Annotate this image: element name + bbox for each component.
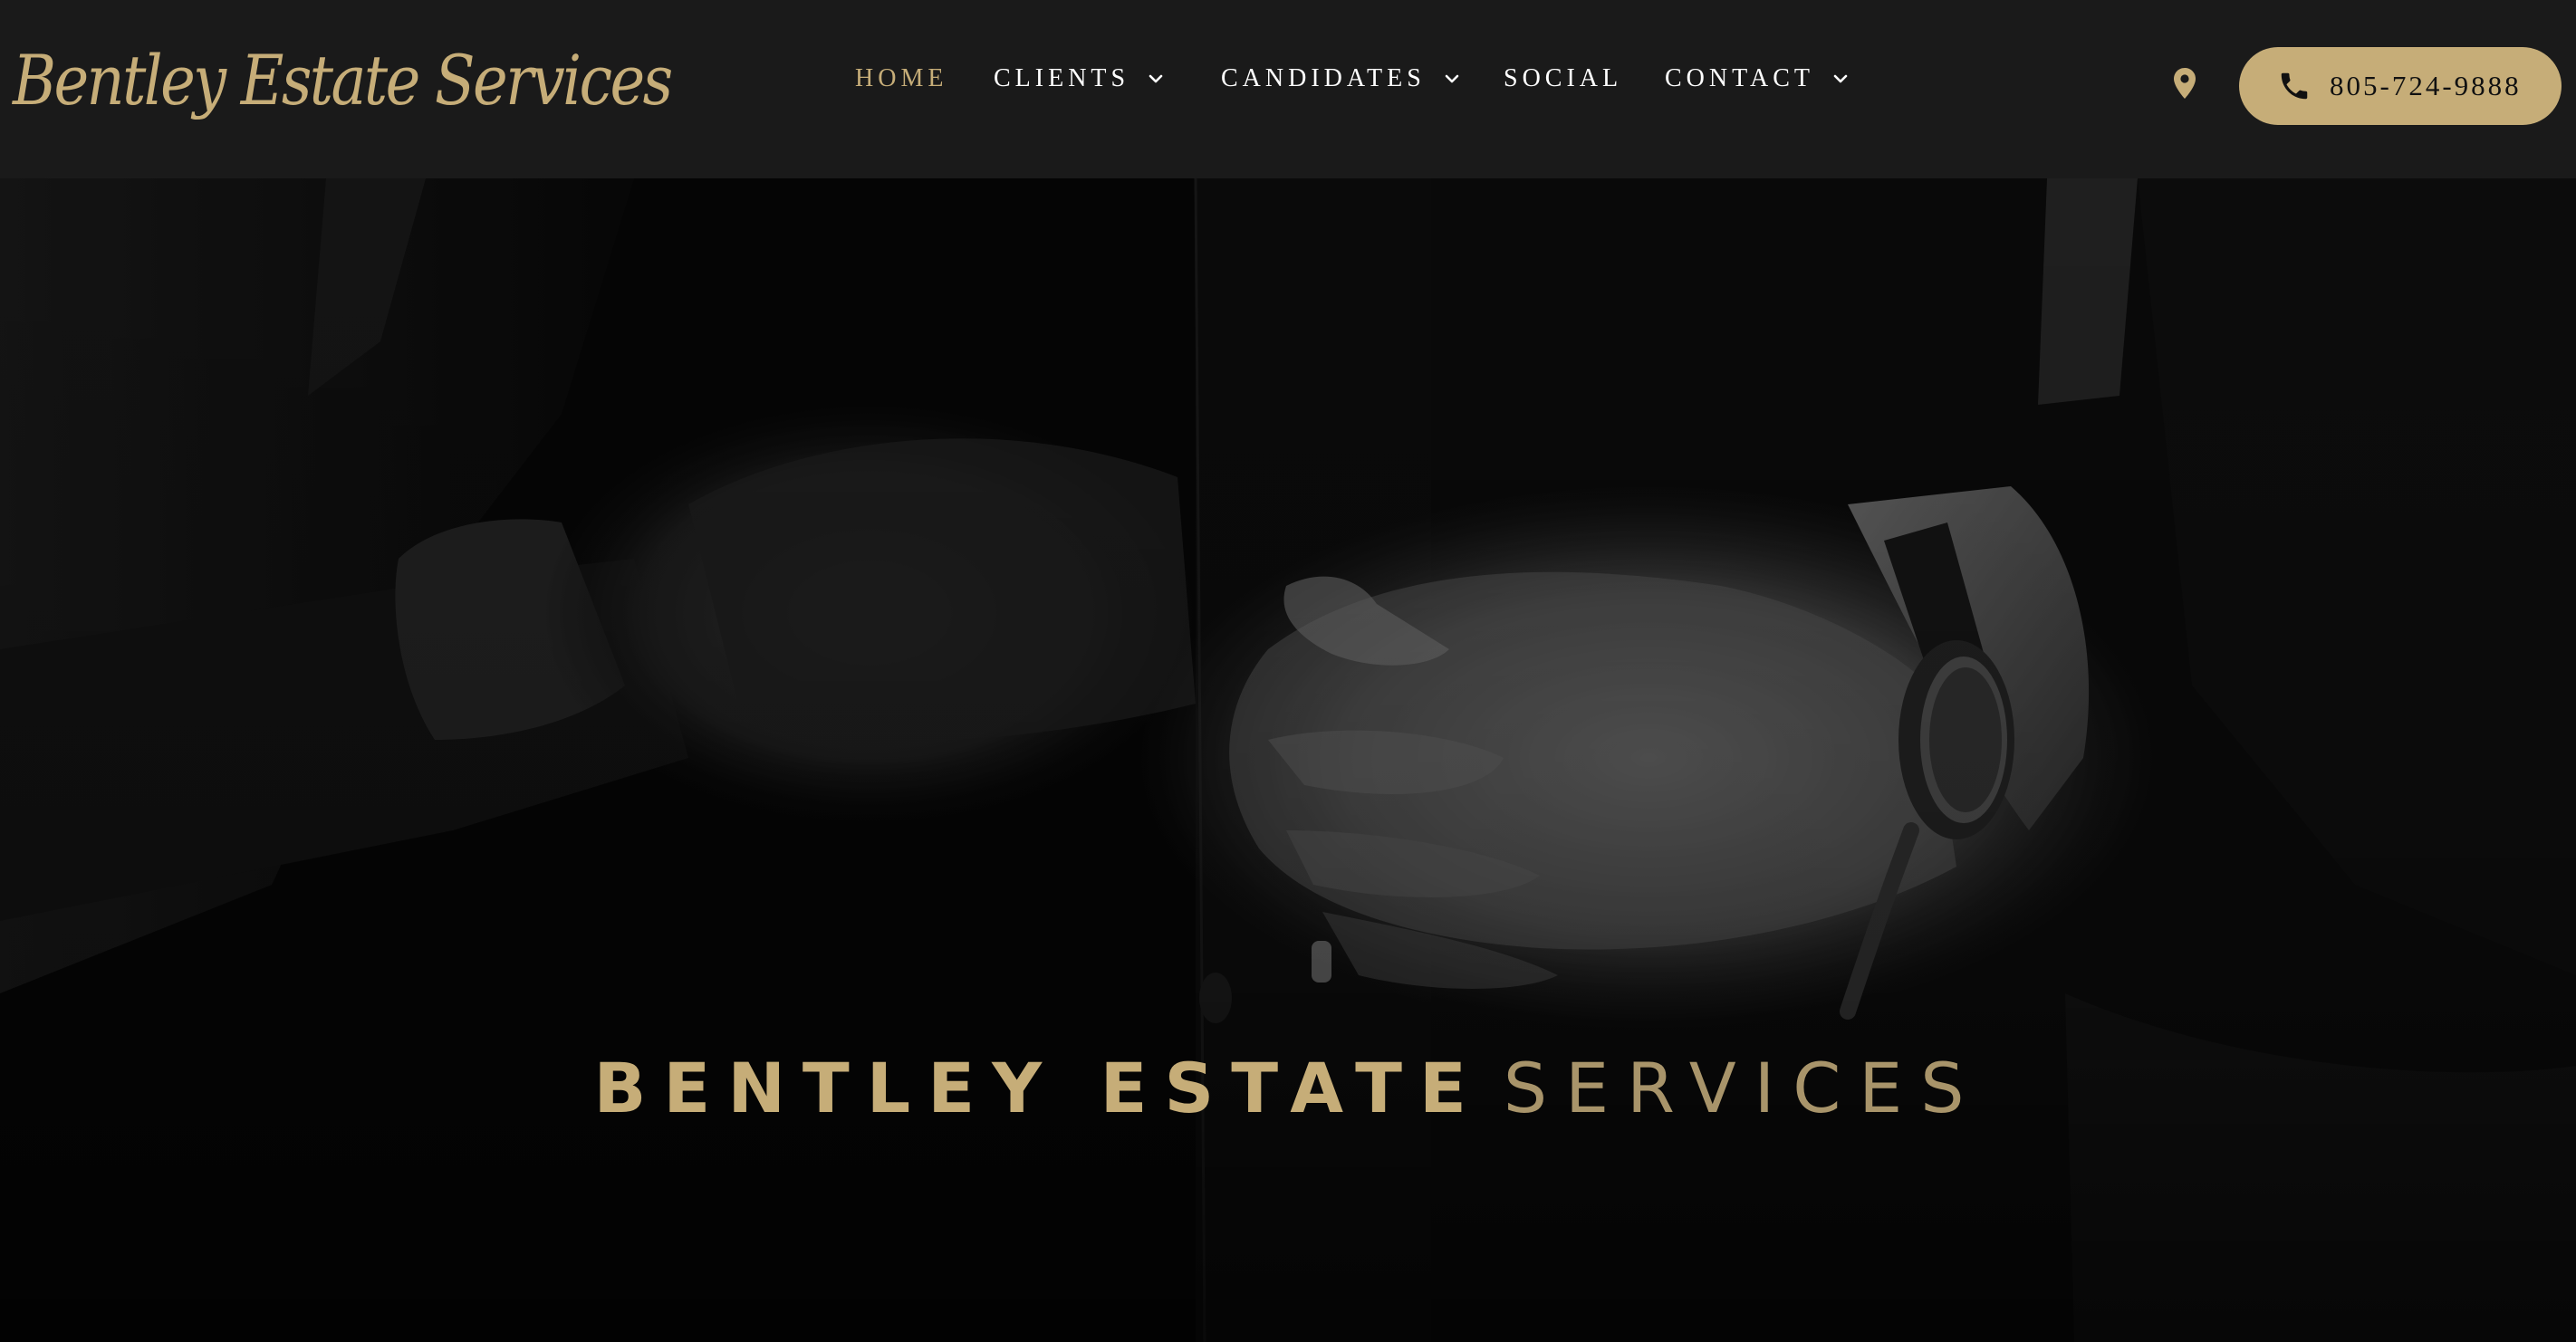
nav-item-candidates[interactable]: CANDIDATES [1221,56,1460,101]
hero-title: BENTLEY ESTATE SERVICES [0,1048,2576,1129]
nav-item-label: CLIENTS [994,64,1130,92]
nav-item-home[interactable]: HOME [855,56,947,101]
nav-item-clients[interactable]: CLIENTS [994,56,1164,101]
chevron-down-icon [1149,74,1163,83]
chevron-down-icon [1833,74,1848,83]
nav-item-label: CANDIDATES [1221,64,1426,92]
nav-item-label: CONTACT [1665,64,1814,92]
map-pin-icon[interactable] [2173,67,2196,100]
hero-section: BENTLEY ESTATE SERVICES [0,178,2576,1342]
phone-number: 805-724-9888 [2330,70,2522,101]
nav-item-contact[interactable]: CONTACT [1665,56,1849,101]
site-header: Bentley Estate Services HOME CLIENTS CAN… [0,0,2576,178]
phone-icon [2281,72,2308,100]
hero-title-bold: BENTLEY ESTATE [593,1048,1484,1128]
chevron-down-icon [1445,74,1459,83]
hero-background-image [0,178,2576,1342]
nav-item-label: SOCIAL [1504,64,1623,92]
phone-button[interactable]: 805-724-9888 [2239,47,2562,125]
nav-item-social[interactable]: SOCIAL [1504,56,1622,101]
nav-item-label: HOME [855,64,948,92]
hero-title-light: SERVICES [1503,1048,1983,1128]
logo[interactable]: Bentley Estate Services [13,31,673,130]
